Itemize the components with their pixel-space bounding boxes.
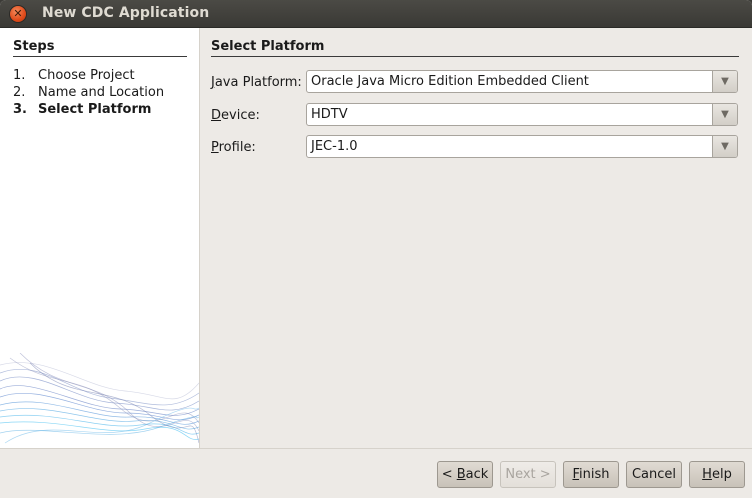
step-label: Choose Project xyxy=(38,68,135,83)
device-select[interactable]: HDTV ▼ xyxy=(306,103,738,126)
mnemonic-letter: P xyxy=(211,140,219,155)
selected-value: JEC-1.0 xyxy=(311,139,358,154)
selected-value: Oracle Java Micro Edition Embedded Clien… xyxy=(311,74,589,89)
button-label: ack xyxy=(465,467,489,482)
profile-label: Profile: xyxy=(211,140,256,155)
back-button[interactable]: < Back xyxy=(437,461,493,488)
finish-button[interactable]: Finish xyxy=(563,461,619,488)
button-label: inish xyxy=(579,467,610,482)
device-label: Device: xyxy=(211,108,260,123)
chevron-down-icon: ▼ xyxy=(721,141,729,152)
dropdown-button[interactable]: ▼ xyxy=(712,71,737,92)
mnemonic-letter: H xyxy=(702,467,712,482)
step-number: 3. xyxy=(13,102,27,117)
chevron-down-icon: ▼ xyxy=(721,76,729,87)
java-platform-label: Java Platform: xyxy=(211,75,302,90)
button-label: elp xyxy=(711,467,732,482)
step-number: 2. xyxy=(13,85,26,100)
close-button[interactable]: ✕ xyxy=(10,6,26,22)
help-button[interactable]: Help xyxy=(689,461,745,488)
step-item-current: 3. Select Platform xyxy=(13,102,151,117)
label-text: rofile: xyxy=(218,140,256,155)
close-icon: ✕ xyxy=(13,7,23,20)
step-label: Name and Location xyxy=(38,85,165,100)
step-number: 1. xyxy=(13,68,26,83)
window-title: New CDC Application xyxy=(42,5,210,21)
selected-value: HDTV xyxy=(311,107,348,122)
label-text: ava Platform: xyxy=(214,75,302,90)
title-bar: ✕ New CDC Application xyxy=(0,0,752,28)
profile-select[interactable]: JEC-1.0 ▼ xyxy=(306,135,738,158)
dropdown-button[interactable]: ▼ xyxy=(712,136,737,157)
step-item: 2. Name and Location xyxy=(13,85,164,100)
java-platform-select[interactable]: Oracle Java Micro Edition Embedded Clien… xyxy=(306,70,738,93)
content-panel: Select Platform Java Platform: Oracle Ja… xyxy=(200,28,752,448)
label-text: evice: xyxy=(221,108,260,123)
button-prefix: < xyxy=(441,467,457,482)
button-bar: < Back Next > Finish Cancel Help xyxy=(0,449,752,498)
step-label: Select Platform xyxy=(38,102,152,117)
cancel-button[interactable]: Cancel xyxy=(626,461,682,488)
dropdown-button[interactable]: ▼ xyxy=(712,104,737,125)
page-title: Select Platform xyxy=(211,39,739,57)
steps-panel: Steps 1. Choose Project 2. Name and Locati… xyxy=(0,28,200,448)
dialog-window: ✕ New CDC Application Steps 1. Choose Pro… xyxy=(0,0,752,498)
chevron-down-icon: ▼ xyxy=(721,109,729,120)
step-item: 1. Choose Project xyxy=(13,68,135,83)
mnemonic-letter: D xyxy=(211,108,222,123)
decorative-wave-graphic xyxy=(0,353,199,444)
steps-heading: Steps xyxy=(13,39,187,57)
next-button[interactable]: Next > xyxy=(500,461,556,488)
mnemonic-letter: B xyxy=(456,467,466,482)
